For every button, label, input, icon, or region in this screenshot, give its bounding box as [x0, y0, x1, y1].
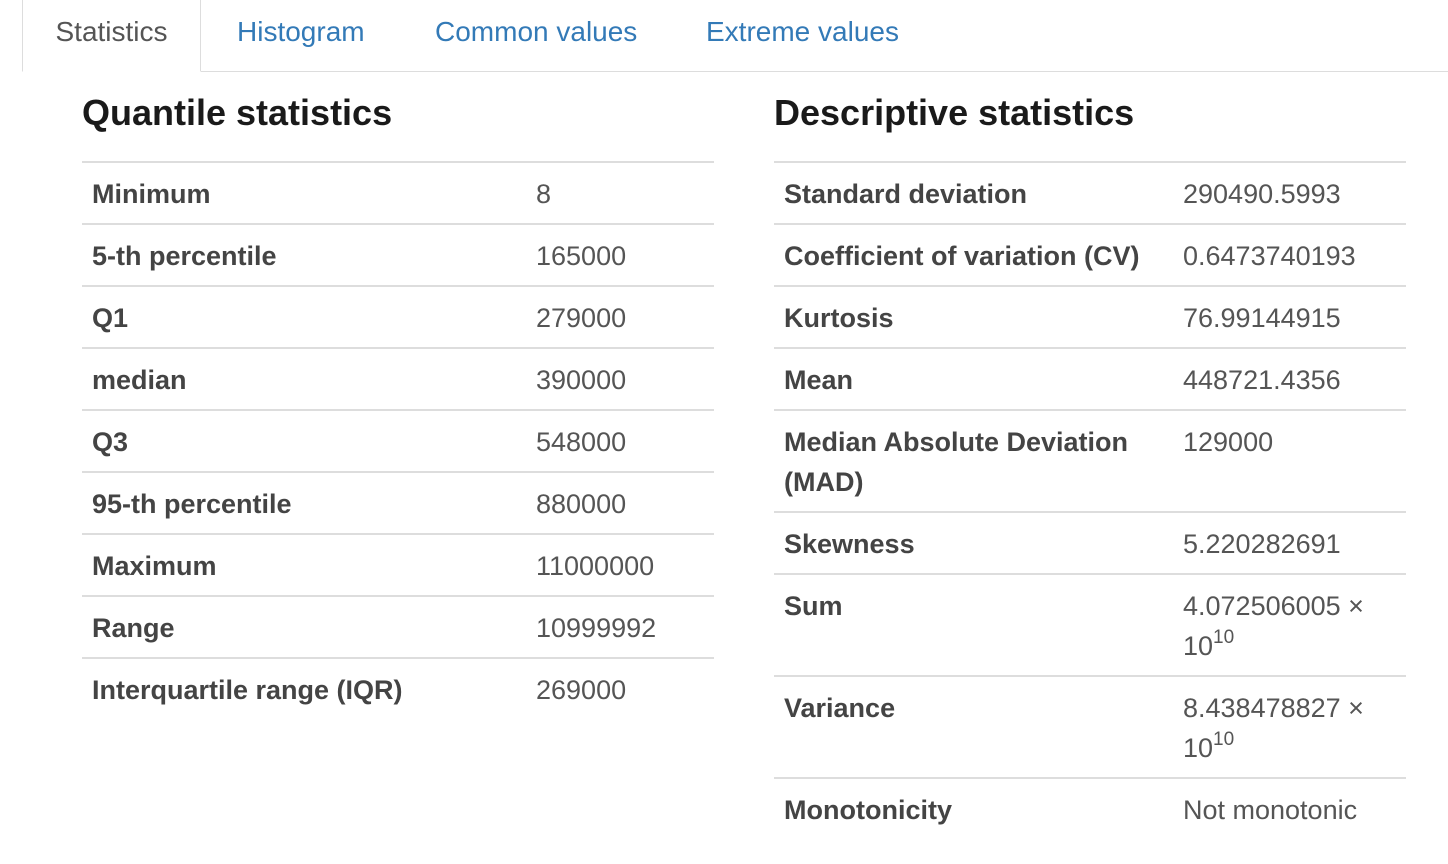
- table-row: Minimum 8: [82, 162, 714, 225]
- tab-statistics[interactable]: Statistics: [22, 0, 201, 72]
- table-row: Range 10999992: [82, 596, 714, 659]
- descriptive-statistics-section: Descriptive statistics Standard deviatio…: [774, 90, 1406, 839]
- stat-label: Q1: [82, 286, 526, 349]
- tab-bar: Statistics Histogram Common values Extre…: [0, 0, 1448, 72]
- stat-value: 0.6473740193: [1173, 224, 1406, 287]
- stat-value: Not monotonic: [1183, 795, 1358, 825]
- tab-common-values[interactable]: Common values: [435, 0, 637, 64]
- stat-value: 8.438478827 × 1010: [1173, 676, 1406, 779]
- stat-label: Minimum: [82, 162, 526, 225]
- table-row: Median Absolute Deviation (MAD) 129000: [774, 410, 1406, 513]
- stat-value: 165000: [526, 224, 714, 287]
- table-row: Kurtosis 76.99144915: [774, 286, 1406, 349]
- descriptive-statistics-title: Descriptive statistics: [774, 92, 1135, 133]
- table-row: Skewness 5.220282691: [774, 512, 1406, 575]
- stat-value-exponent: 10: [1213, 627, 1235, 648]
- stat-value: 290490.5993: [1173, 162, 1406, 225]
- tab-bar-divider: [22, 71, 1448, 72]
- quantile-statistics-section: Quantile statistics Minimum 8 5-th perce…: [82, 90, 714, 719]
- table-row: 95-th percentile 880000: [82, 472, 714, 535]
- stat-value-mantissa: 8.438478827 × 10: [1183, 693, 1364, 763]
- table-row: median 390000: [82, 348, 714, 411]
- table-row: Standard deviation 290490.5993: [774, 162, 1406, 225]
- stat-label: Standard deviation: [774, 162, 1173, 225]
- stat-value-exponent: 10: [1213, 729, 1235, 750]
- stat-label: Range: [82, 596, 526, 659]
- table-row: Sum 4.072506005 × 1010: [774, 574, 1406, 677]
- stat-label: Kurtosis: [774, 286, 1173, 349]
- stat-label: 95-th percentile: [82, 472, 526, 535]
- stat-value: 10999992: [526, 596, 714, 659]
- stat-label: Coefficient of variation (CV): [774, 224, 1173, 287]
- stat-value: 269000: [536, 675, 627, 705]
- stat-label: Q3: [82, 410, 526, 473]
- quantile-statistics-table: Minimum 8 5-th percentile 165000 Q1 2790…: [82, 161, 714, 719]
- descriptive-statistics-table: Standard deviation 290490.5993 Coefficie…: [774, 161, 1406, 839]
- stat-value: 129000: [1173, 410, 1406, 513]
- stat-label: Variance: [774, 676, 1173, 779]
- table-row: 5-th percentile 165000: [82, 224, 714, 287]
- stat-label: median: [82, 348, 526, 411]
- stat-label: Monotonicity: [784, 795, 952, 825]
- stat-value: 4.072506005 × 1010: [1173, 574, 1406, 677]
- stat-label: Median Absolute Deviation (MAD): [774, 410, 1173, 513]
- stat-value: 76.99144915: [1173, 286, 1406, 349]
- table-row: Interquartile range (IQR) 269000: [82, 658, 714, 719]
- table-row: Q3 548000: [82, 410, 714, 473]
- table-row: Variance 8.438478827 × 1010: [774, 676, 1406, 779]
- stat-value: 8: [526, 162, 714, 225]
- stat-label: 5-th percentile: [82, 224, 526, 287]
- table-row: Maximum 11000000: [82, 534, 714, 597]
- stat-value: 880000: [526, 472, 714, 535]
- table-row: Monotonicity Not monotonic: [774, 778, 1406, 839]
- table-row: Q1 279000: [82, 286, 714, 349]
- statistics-panel: Statistics Histogram Common values Extre…: [0, 0, 1448, 864]
- stat-value: 5.220282691: [1173, 512, 1406, 575]
- stat-value: 448721.4356: [1173, 348, 1406, 411]
- stat-label: Maximum: [82, 534, 526, 597]
- stat-label: Mean: [774, 348, 1173, 411]
- stat-value-mantissa: 4.072506005 × 10: [1183, 591, 1364, 661]
- table-row: Coefficient of variation (CV) 0.64737401…: [774, 224, 1406, 287]
- stat-value: 390000: [526, 348, 714, 411]
- stat-value: 279000: [526, 286, 714, 349]
- stat-label: Skewness: [774, 512, 1173, 575]
- stat-label: Sum: [774, 574, 1173, 677]
- quantile-statistics-title: Quantile statistics: [82, 92, 393, 133]
- stat-label: Interquartile range (IQR): [92, 675, 403, 705]
- stat-value: 548000: [526, 410, 714, 473]
- tab-histogram[interactable]: Histogram: [237, 0, 365, 64]
- tab-extreme-values[interactable]: Extreme values: [706, 0, 899, 64]
- stat-value: 11000000: [526, 534, 714, 597]
- table-row: Mean 448721.4356: [774, 348, 1406, 411]
